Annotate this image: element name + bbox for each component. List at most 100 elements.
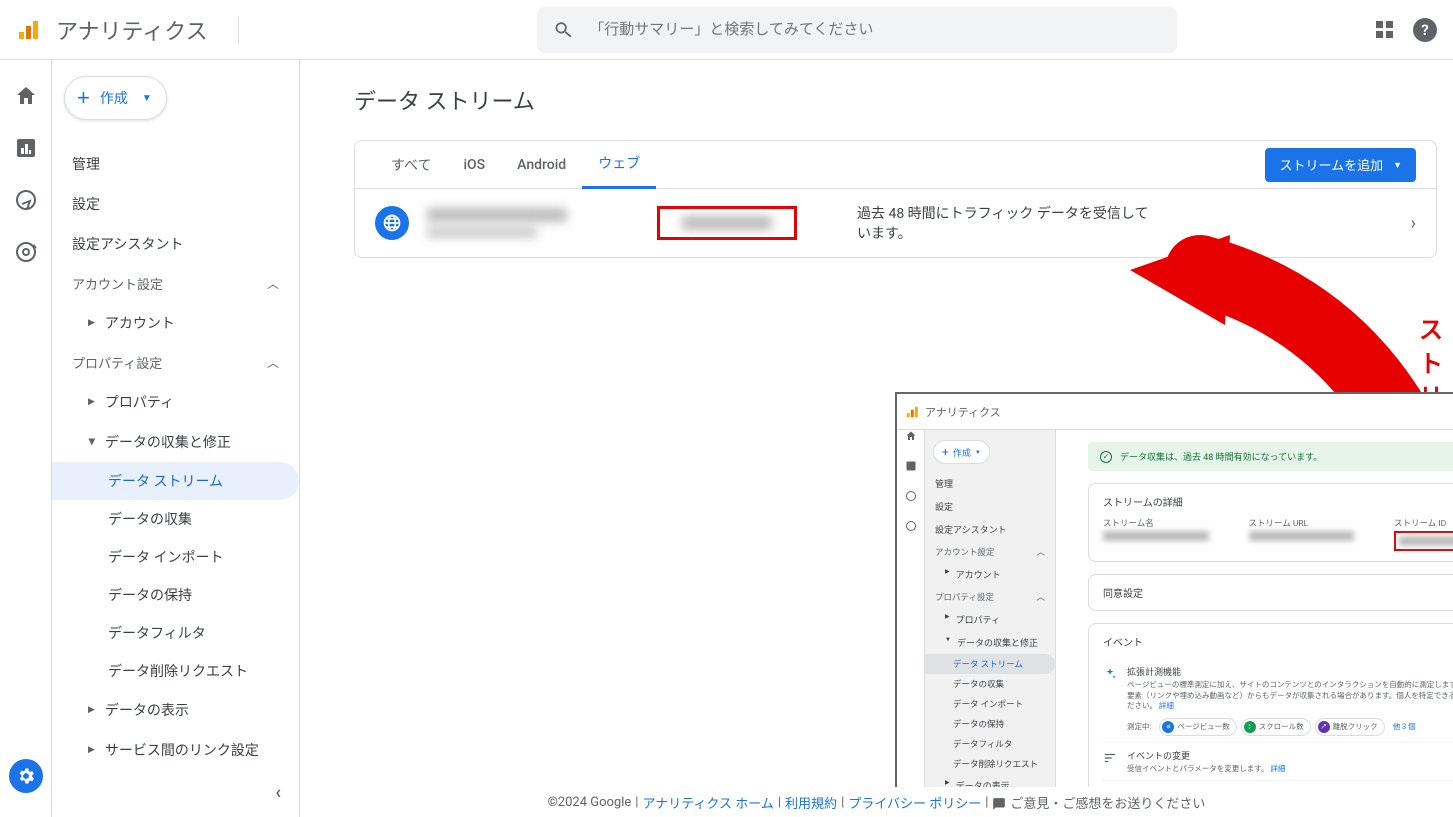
panel-title: ストリームの詳細 — [1103, 494, 1183, 509]
inset-side-head: プロパティ設定︿ — [925, 586, 1055, 608]
kv-label: ストリーム名 — [1103, 517, 1209, 529]
feedback-icon — [992, 797, 1006, 811]
sparkle-icon — [1103, 667, 1117, 681]
chevron-down-icon: ▼ — [142, 93, 152, 104]
stream-id-highlight — [1394, 531, 1453, 551]
inset-side-subsub: データの保持 — [925, 714, 1055, 734]
ev-desc: ページビューの標準測定に加え、サイトのコンテンツとのインタラクションを自動的に測… — [1127, 680, 1453, 712]
home-icon[interactable] — [14, 84, 38, 108]
reports-icon[interactable] — [14, 136, 38, 160]
apps-icon[interactable] — [1376, 21, 1393, 38]
sidebar-item-data-display[interactable]: ▶データの表示 — [52, 690, 299, 730]
layout: + 作成 ▼ 管理 設定 設定アシスタント アカウント設定 ︿ ▶ アカウント プ… — [0, 60, 1453, 817]
inset-reports-icon — [905, 460, 917, 472]
stream-row[interactable]: 過去 48 時間にトラフィック データを受信しています。 › — [355, 189, 1436, 257]
advertising-icon[interactable] — [14, 240, 38, 264]
redacted-text — [427, 208, 567, 222]
sidebar-item-data-deletion[interactable]: データ削除リクエスト — [52, 652, 299, 690]
main-content: データ ストリーム すべて iOS Android ウェブ ストリームを追加 ▼ — [300, 60, 1453, 817]
footer: ©2024 Google | アナリティクス ホーム | 利用規約 | プライバ… — [300, 787, 1453, 817]
inset-logo-icon — [905, 405, 919, 419]
search-input[interactable] — [589, 21, 1160, 38]
inset-side-item: 設定 — [925, 495, 1055, 518]
sidebar-item-label: アカウント — [105, 313, 175, 333]
footer-terms-link[interactable]: 利用規約 — [785, 793, 837, 812]
sidebar-item-account[interactable]: ▶ アカウント — [52, 303, 299, 343]
admin-gear-button[interactable] — [9, 759, 43, 793]
chip-pageview: ページビュー数 — [1159, 718, 1236, 736]
panel-title: 同意設定 — [1103, 585, 1143, 600]
logo-area: アナリティクス — [16, 14, 257, 46]
sidebar-item-data-streams[interactable]: データ ストリーム — [52, 462, 299, 500]
tab-web[interactable]: ウェブ — [582, 141, 656, 189]
inset-banner: ✓ データ収集は、過去 48 時間有効になっています。 — [1088, 442, 1453, 471]
chevron-up-icon: ︿ — [267, 354, 279, 371]
inset-side-sub: ▶プロパティ — [925, 608, 1055, 631]
inset-side-subsub: データ インポート — [925, 694, 1055, 714]
inset-sidebar: +作成▼ 管理 設定 設定アシスタント アカウント設定︿ ▶アカウント プロパテ… — [925, 394, 1056, 817]
inset-product-title: アナリティクス — [925, 404, 1001, 420]
sidebar-head-property[interactable]: プロパティ設定 ︿ — [52, 343, 299, 382]
triangle-icon: ▶ — [88, 318, 95, 328]
sidebar: + 作成 ▼ 管理 設定 設定アシスタント アカウント設定 ︿ ▶ アカウント プ… — [52, 60, 300, 817]
inset-side-sub: ▶アカウント — [925, 563, 1055, 586]
inset-stream-details-panel: ストリームの詳細 ストリーム名 ストリーム URL ストリーム ID 測定 ID — [1088, 483, 1453, 562]
sidebar-item-assistant[interactable]: 設定アシスタント — [52, 224, 299, 264]
sidebar-item-links[interactable]: ▶ サービス間のリンク設定 — [52, 730, 299, 770]
redacted-text — [1249, 531, 1355, 541]
sidebar-head-label: プロパティ設定 — [72, 353, 162, 372]
triangle-icon: ▶ — [88, 745, 95, 755]
explore-icon[interactable] — [14, 188, 38, 212]
page-title: データ ストリーム — [354, 84, 1453, 116]
create-button[interactable]: + 作成 ▼ — [64, 76, 167, 120]
chevron-right-icon: › — [1411, 213, 1416, 234]
chips-row: 測定中: ページビュー数 スクロール数 離脱クリック 他 3 個 — [1127, 718, 1453, 736]
ev-desc: 受信イベントとパラメータを変更します。 詳細 — [1127, 764, 1453, 775]
plus-icon: + — [77, 85, 90, 111]
inset-side-subsub: データ ストリーム — [925, 654, 1055, 674]
tab-all[interactable]: すべて — [375, 141, 447, 189]
tab-ios[interactable]: iOS — [447, 141, 501, 189]
triangle-icon: ▶ — [88, 397, 95, 407]
kv-label: ストリーム ID — [1394, 517, 1453, 529]
kv-label: ストリーム URL — [1249, 517, 1355, 529]
sidebar-head-account[interactable]: アカウント設定 ︿ — [52, 264, 299, 303]
help-icon[interactable]: ? — [1413, 18, 1437, 42]
search-box[interactable] — [537, 7, 1177, 53]
inset-side-item: 設定アシスタント — [925, 518, 1055, 541]
stream-status-text: 過去 48 時間にトラフィック データを受信しています。 — [857, 203, 1157, 243]
add-stream-label: ストリームを追加 — [1279, 155, 1383, 174]
sidebar-item-settings[interactable]: 設定 — [52, 184, 299, 224]
sidebar-item-label: データの表示 — [105, 700, 189, 720]
tab-android[interactable]: Android — [501, 141, 582, 189]
tabs: すべて iOS Android ウェブ ストリームを追加 ▼ — [355, 141, 1436, 189]
ev-title: 拡張計測機能 — [1127, 665, 1453, 678]
feedback-link[interactable]: ご意見・ご感想をお送りください — [992, 793, 1205, 812]
sidebar-item-data-collection-sub[interactable]: データの収集 — [52, 500, 299, 538]
inset-screenshot: アナリティクス +作成▼ 管理 設定 設定アシスタント アカウント設定︿ ▶アカ… — [895, 392, 1453, 817]
divider — [238, 16, 239, 44]
banner-text: データ収集は、過去 48 時間有効になっています。 — [1120, 450, 1322, 463]
sidebar-item-data-import[interactable]: データ インポート — [52, 538, 299, 576]
sidebar-section: 管理 設定 設定アシスタント — [52, 144, 299, 264]
inset-main: ✕ ウェブ ストリームの詳細 ✓ データ収集は、過去 48 時間有効になっていま… — [1056, 394, 1453, 817]
inset-consent-panel: 同意設定 ⌄ — [1088, 574, 1453, 611]
sidebar-item-property[interactable]: ▶プロパティ — [52, 382, 299, 422]
sidebar-item-data-retention[interactable]: データの保持 — [52, 576, 299, 614]
footer-privacy-link[interactable]: プライバシー ポリシー — [848, 793, 981, 812]
sidebar-item-admin[interactable]: 管理 — [52, 144, 299, 184]
sidebar-item-data-filter[interactable]: データフィルタ — [52, 614, 299, 652]
sidebar-item-data-collection[interactable]: ▶データの収集と修正 — [52, 422, 299, 462]
event-row-modify: イベントの変更受信イベントとパラメータを変更します。 詳細 › — [1103, 743, 1453, 782]
inset-topbar: アナリティクス — [897, 394, 1453, 430]
sidebar-collapse-button[interactable]: ‹ — [275, 782, 281, 803]
inset-rail — [897, 394, 925, 817]
footer-copyright: ©2024 Google — [548, 795, 632, 810]
sidebar-item-label: サービス間のリンク設定 — [105, 740, 259, 760]
add-stream-button[interactable]: ストリームを追加 ▼ — [1265, 148, 1416, 182]
redacted-text — [1399, 536, 1453, 546]
footer-home-link[interactable]: アナリティクス ホーム — [642, 793, 773, 812]
inset-home-icon — [905, 430, 917, 442]
streams-card: すべて iOS Android ウェブ ストリームを追加 ▼ — [354, 140, 1437, 258]
left-rail — [0, 60, 52, 817]
